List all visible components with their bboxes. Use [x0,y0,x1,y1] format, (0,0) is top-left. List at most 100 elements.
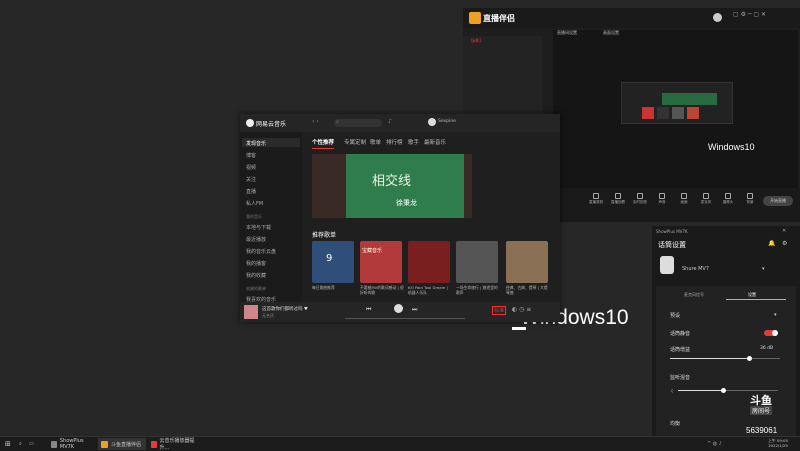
close-icon[interactable]: ✕ [782,228,786,234]
btn-replay[interactable]: 直播回看 [609,193,627,205]
card-title-1[interactable]: 不要被MV的歌词感动 | 很好听的歌 [360,285,404,295]
music-titlebar: 网易云音乐 ‹ › ⌕ ♪ Sexpine [240,114,560,132]
nav-back-forward[interactable]: ‹ › [312,118,319,125]
tab-personal[interactable]: 个性推荐 [312,138,335,149]
card-title-0[interactable]: 每日歌曲推荐 [312,285,356,290]
preset-chevron-icon[interactable]: ▾ [774,312,777,318]
btn-background[interactable]: 背景 [741,193,759,205]
preview-tab-scene[interactable]: 画面设置 [603,30,619,36]
tab-mic-signal[interactable]: 麦克风信号 [684,292,704,298]
douyu-taskbar-icon [101,440,108,448]
sidebar-item-podcast[interactable]: 我的播客 [246,260,266,267]
taskbar-item-showplus[interactable]: ShowPlus MV7K [48,438,96,450]
next-button[interactable]: ⏭ [412,306,417,314]
progress-bar[interactable] [345,318,465,319]
sidebar-item-cloud[interactable]: 我的音乐云盘 [246,248,276,255]
monitor-slider-knob[interactable] [721,388,726,393]
btn-camera[interactable]: 摄像头 [719,193,737,205]
preview-watermark: Windows10 [708,142,755,152]
banner-title: 相交线 [372,174,412,189]
microphone-icon [660,256,674,274]
live-bottom-toolbar: 直播录制 直播回看 实时回放 声音 画面 麦克风 摄像头 背景 开始直播 [543,188,800,222]
taskbar: ⊞ ⌕ ▭ ShowPlus MV7K 斗鱼直播伴侣 云音乐播放器提升... ^… [0,436,800,451]
nested-card-d [687,107,699,119]
monitor-slider[interactable] [678,388,778,393]
device-name[interactable]: Shure MV7 [682,266,709,272]
live-titlebar: 直播伴侣 ▢ ⚙ ─ ▢ ✕ [463,8,800,28]
now-playing-title[interactable]: 这首歌你们都听过吗 ♥ [262,306,308,312]
start-live-button[interactable]: 开始直播 [763,196,793,206]
taskbar-item-douyu[interactable]: 斗鱼直播伴侣 [98,438,146,450]
user-avatar[interactable] [428,118,436,126]
card-daily[interactable]: 9 [312,241,354,283]
gain-slider-knob[interactable] [747,356,753,361]
mute-toggle-knob [772,330,778,336]
sidebar-item-live[interactable]: 直播 [246,188,256,195]
prev-button[interactable]: ⏮ [366,306,371,314]
btn-screen[interactable]: 画面 [675,193,693,205]
player-extra-icons[interactable]: ◐ ◷ ≡ [512,306,531,313]
card-title-3[interactable]: 一场生命旅行 | 旅途里的歌声 [456,285,500,295]
sidebar-item-follow[interactable]: 关注 [246,176,256,183]
tab-custom[interactable]: 专属定制 [344,138,366,146]
sidebar-section-my-music: 我的音乐 [246,214,262,219]
banner[interactable]: 相交线 徐秉龙 [346,154,464,218]
task-view-icon[interactable]: ▭ [26,438,37,450]
bell-icon[interactable]: 🔔 [768,240,775,247]
sidebar-item-fm[interactable]: 私人FM [246,200,263,207]
card-playlist-4[interactable] [506,241,548,283]
live-scene-label[interactable]: 场景1 [471,38,482,44]
music-player-window: 网易云音乐 ‹ › ⌕ ♪ Sexpine 发现音乐 博客 视频 关注 直播 私… [240,114,560,322]
sidebar-item-blog[interactable]: 博客 [246,152,256,159]
nested-card-c [672,107,684,119]
sidebar-item-recent[interactable]: 最近播放 [246,236,266,243]
gain-slider[interactable] [670,356,780,361]
user-name[interactable]: Sexpine [438,119,456,124]
nested-card-a [642,107,654,119]
player-bar: 这首歌你们都听过吗 ♥ 无名氏 ⏮ ⏭ 标准 ◐ ◷ ≡ [240,302,560,322]
card-playlist-3[interactable] [456,241,498,283]
card-title-4[interactable]: 经典、古典、提琴 | 大提琴曲 [506,285,550,295]
btn-mic[interactable]: 麦克风 [697,193,715,205]
card-playlist-1[interactable]: 宝藏音乐 [360,241,402,283]
system-tray-icons[interactable]: ^ ◍ ♪ [704,438,725,450]
live-preview: 直播间设置 画面设置 Windows10 [553,30,798,190]
taskbar-item-music[interactable]: 云音乐播放器提升... [148,438,198,451]
music-sidebar: 发现音乐 博客 视频 关注 直播 私人FM 我的音乐 本地与下载 最近播放 我的… [240,132,302,308]
sidebar-item-favorites[interactable]: 我的收藏 [246,272,266,279]
windows-start-icon[interactable]: ⊞ [2,438,14,450]
avatar[interactable] [713,13,722,22]
btn-realtime[interactable]: 实时回放 [631,193,649,205]
card-title-2[interactable]: Kill Paid Tool Dream | 机器人乐队 [408,285,452,295]
music-taskbar-icon [151,440,157,448]
quality-badge[interactable]: 标准 [492,306,507,315]
now-playing-artist[interactable]: 无名氏 [262,313,274,319]
room-label: 房间号 [750,406,773,415]
nested-card-b [657,107,669,119]
search-taskbar-icon[interactable]: ⌕ [16,438,25,450]
mic-icon[interactable]: ♪ [388,118,392,125]
gain-value: 36 dB [760,346,774,351]
now-playing-cover[interactable] [244,305,258,319]
play-button[interactable] [394,304,403,313]
sidebar-item-local[interactable]: 本地与下载 [246,224,271,231]
btn-record[interactable]: 直播录制 [587,193,605,205]
section-title[interactable]: 推荐歌单 [312,230,336,239]
tab-playlists[interactable]: 歌单 [370,138,381,146]
sidebar-section-created: 创建的歌单 [246,286,266,291]
tab-artists[interactable]: 歌手 [408,138,419,146]
gear-icon[interactable]: ⚙ [782,240,787,247]
device-dropdown-chevron-icon[interactable]: ▾ [762,266,765,272]
card-playlist-2[interactable] [408,241,450,283]
btn-sound[interactable]: 声音 [653,193,671,205]
tab-new-music[interactable]: 最新音乐 [424,138,446,146]
tab-charts[interactable]: 排行榜 [386,138,403,146]
mute-toggle[interactable] [764,330,778,336]
sidebar-item-discover[interactable]: 发现音乐 [246,140,266,147]
sidebar-item-video[interactable]: 视频 [246,164,256,171]
preview-tab-room[interactable]: 直播间设置 [557,30,577,36]
search-input[interactable]: ⌕ [334,119,382,127]
clock[interactable]: 上午 09:05 2022/1/29 [758,438,798,450]
tab-settings[interactable]: 设置 [748,292,756,298]
window-controls[interactable]: ▢ ⚙ ─ ▢ ✕ [733,11,766,18]
